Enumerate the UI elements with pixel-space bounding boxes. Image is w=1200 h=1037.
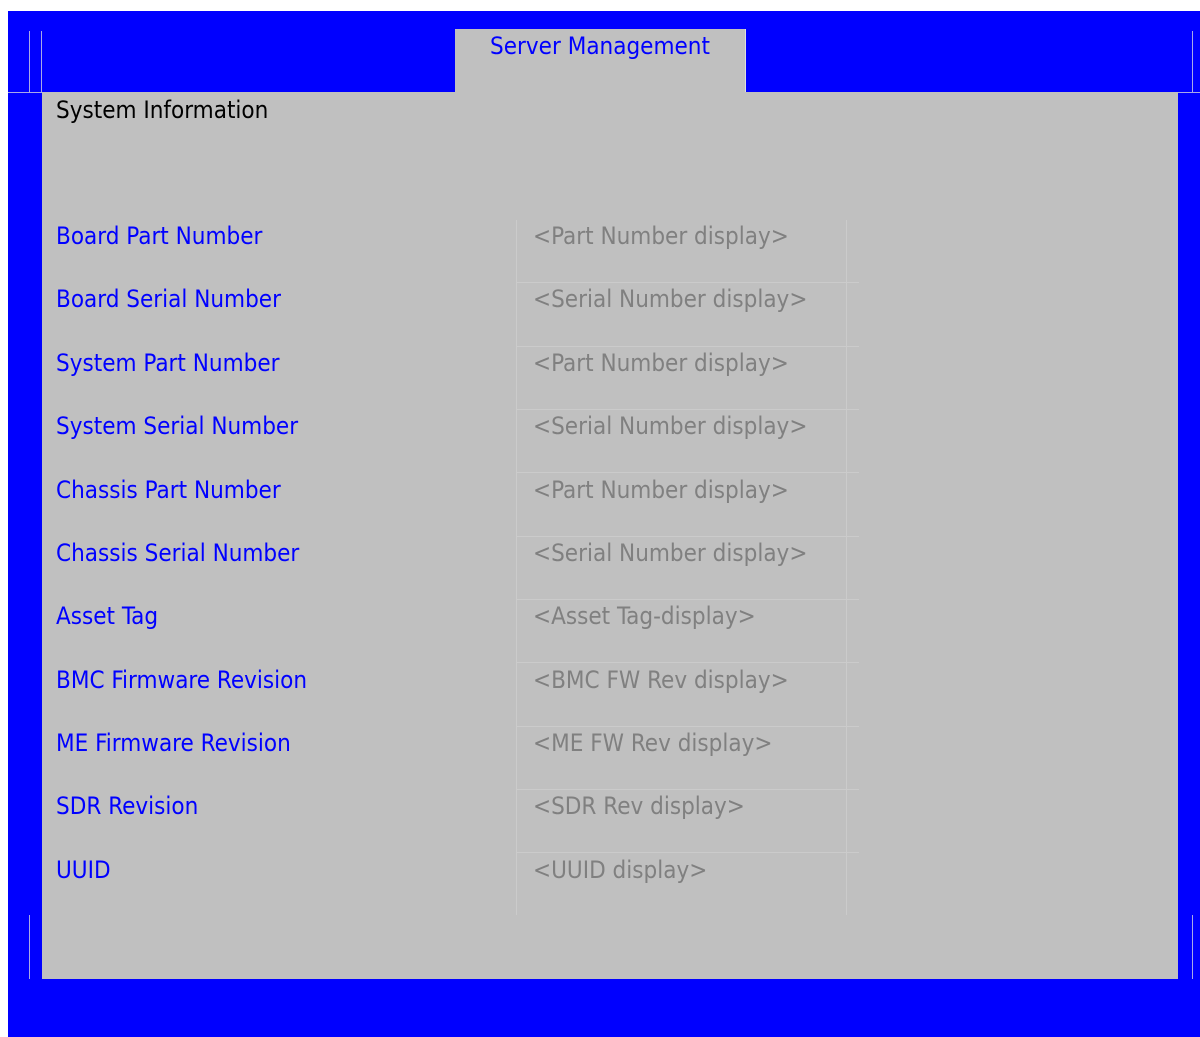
asset-tag-value: <Asset Tag-display> xyxy=(533,602,756,630)
grid-line xyxy=(516,789,859,790)
frame-divider-line xyxy=(1192,915,1193,979)
me-firmware-revision-value: <ME FW Rev display> xyxy=(533,729,773,757)
grid-line xyxy=(846,220,847,915)
system-serial-number-label[interactable]: System Serial Number xyxy=(56,412,298,440)
grid-line xyxy=(516,599,859,600)
chassis-serial-number-value: <Serial Number display> xyxy=(533,539,808,567)
board-serial-number-value: <Serial Number display> xyxy=(533,285,808,313)
chassis-part-number-value: <Part Number display> xyxy=(533,476,789,504)
bmc-firmware-revision-value: <BMC FW Rev display> xyxy=(533,666,789,694)
grid-line xyxy=(516,282,859,283)
chassis-serial-number-label[interactable]: Chassis Serial Number xyxy=(56,539,299,567)
me-firmware-revision-label[interactable]: ME Firmware Revision xyxy=(56,729,291,757)
system-part-number-value: <Part Number display> xyxy=(533,349,789,377)
board-part-number-label[interactable]: Board Part Number xyxy=(56,222,262,250)
grid-line xyxy=(516,346,859,347)
frame-divider-line xyxy=(1178,92,1200,93)
grid-line xyxy=(516,852,859,853)
frame-divider-line xyxy=(8,92,42,93)
grid-line xyxy=(516,472,859,473)
grid-line xyxy=(516,662,859,663)
uuid-value: <UUID display> xyxy=(533,856,708,884)
uuid-label[interactable]: UUID xyxy=(56,856,111,884)
page-title: System Information xyxy=(56,96,269,124)
frame-divider-line xyxy=(29,31,30,93)
asset-tag-label[interactable]: Asset Tag xyxy=(56,602,158,630)
grid-line xyxy=(516,726,859,727)
frame-divider-line xyxy=(1192,31,1193,93)
tab-server-management[interactable]: Server Management xyxy=(455,29,746,93)
sdr-revision-value: <SDR Rev display> xyxy=(533,792,745,820)
grid-line xyxy=(516,409,859,410)
bmc-firmware-revision-label[interactable]: BMC Firmware Revision xyxy=(56,666,307,694)
frame-divider-line xyxy=(29,915,30,979)
frame-divider-line xyxy=(41,31,42,93)
board-part-number-value: <Part Number display> xyxy=(533,222,789,250)
grid-line xyxy=(516,220,517,915)
system-serial-number-value: <Serial Number display> xyxy=(533,412,808,440)
grid-line xyxy=(516,536,859,537)
chassis-part-number-label[interactable]: Chassis Part Number xyxy=(56,476,281,504)
system-part-number-label[interactable]: System Part Number xyxy=(56,349,279,377)
sdr-revision-label[interactable]: SDR Revision xyxy=(56,792,198,820)
board-serial-number-label[interactable]: Board Serial Number xyxy=(56,285,281,313)
